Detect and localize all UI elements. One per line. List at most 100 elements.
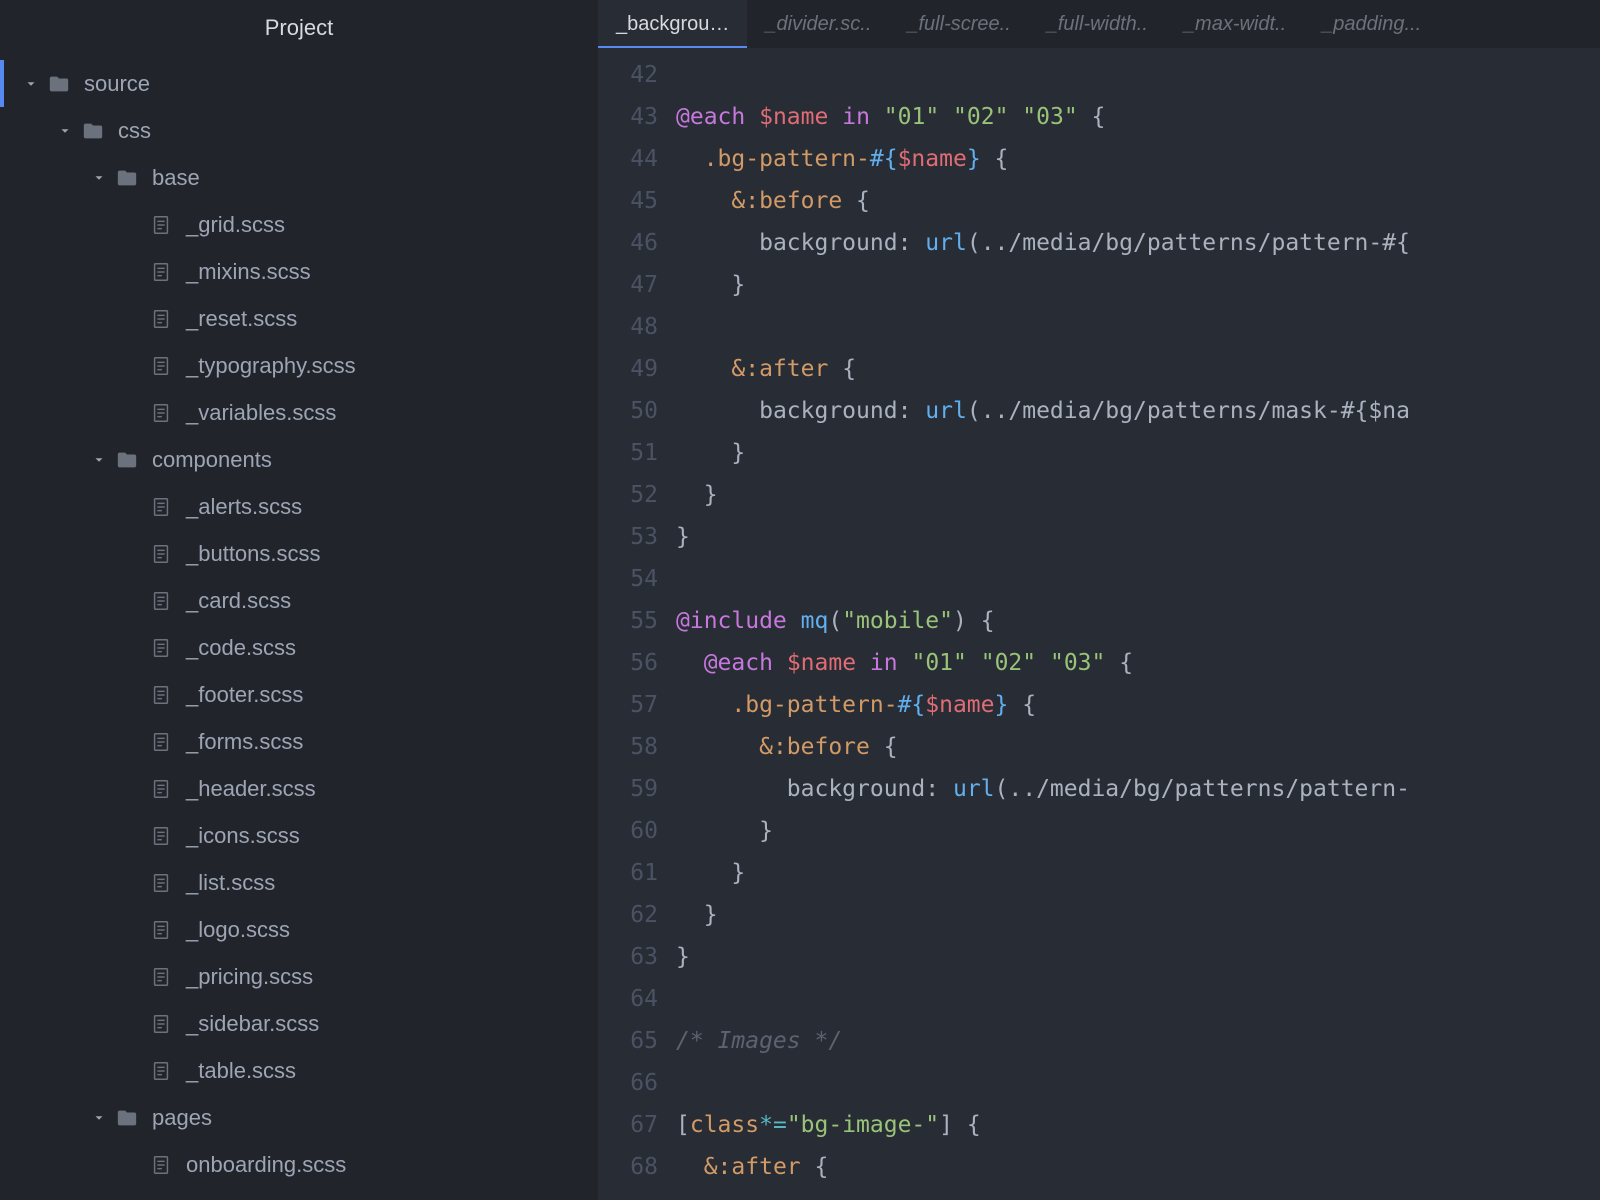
file-tree: source cssbase _grid.scss _mixins.scss _rese… [0, 56, 598, 1188]
tree-file-onboarding-scss[interactable]: onboarding.scss [0, 1141, 598, 1188]
sidebar-title: Project [0, 0, 598, 56]
tree-file--reset-scss[interactable]: _reset.scss [0, 295, 598, 342]
file-icon [150, 543, 172, 565]
code-line[interactable]: @include mq("mobile") { [676, 600, 1600, 642]
code-line[interactable]: } [676, 810, 1600, 852]
tree-file--header-scss[interactable]: _header.scss [0, 765, 598, 812]
tree-file--typography-scss[interactable]: _typography.scss [0, 342, 598, 389]
code-line[interactable] [676, 54, 1600, 96]
tree-folder-css[interactable]: css [0, 107, 598, 154]
tree-item-label: _mixins.scss [186, 259, 311, 285]
tree-file--forms-scss[interactable]: _forms.scss [0, 718, 598, 765]
chevron-down-icon[interactable] [90, 169, 108, 187]
editor-tab[interactable]: _padding... [1304, 0, 1439, 48]
line-number: 53 [598, 516, 658, 558]
tree-item-label: _grid.scss [186, 212, 285, 238]
code-line[interactable]: } [676, 432, 1600, 474]
code-line[interactable]: } [676, 516, 1600, 558]
editor-tab[interactable]: _divider.sc.. [747, 0, 889, 48]
code-line[interactable]: } [676, 264, 1600, 306]
tab-bar: _backgrou…_divider.sc.._full-scree.._ful… [598, 0, 1600, 48]
editor-tab[interactable]: _max-widt.. [1166, 0, 1304, 48]
chevron-down-icon[interactable] [22, 75, 40, 93]
code-line[interactable]: &:before { [676, 726, 1600, 768]
tree-folder-components[interactable]: components [0, 436, 598, 483]
line-number: 42 [598, 54, 658, 96]
tree-item-label: _pricing.scss [186, 964, 313, 990]
editor-tab[interactable]: _full-width.. [1029, 0, 1166, 48]
tree-item-label: _alerts.scss [186, 494, 302, 520]
line-number: 62 [598, 894, 658, 936]
tree-file--card-scss[interactable]: _card.scss [0, 577, 598, 624]
line-number: 59 [598, 768, 658, 810]
code-line[interactable]: background: url(../media/bg/patterns/mas… [676, 390, 1600, 432]
chevron-down-icon[interactable] [56, 122, 74, 140]
tree-file--table-scss[interactable]: _table.scss [0, 1047, 598, 1094]
tree-item-label: _header.scss [186, 776, 316, 802]
code-line[interactable]: background: url(../media/bg/patterns/pat… [676, 222, 1600, 264]
tree-file--list-scss[interactable]: _list.scss [0, 859, 598, 906]
tree-item-label: _variables.scss [186, 400, 336, 426]
tree-item-label: source [84, 71, 150, 97]
tree-item-label: _logo.scss [186, 917, 290, 943]
code-editor[interactable]: 4243444546474849505152535455565758596061… [598, 48, 1600, 1200]
tree-folder-base[interactable]: base [0, 154, 598, 201]
code-line[interactable]: /* Images */ [676, 1020, 1600, 1062]
chevron-down-icon[interactable] [90, 1109, 108, 1127]
code-line[interactable]: } [676, 474, 1600, 516]
code-line[interactable] [676, 1062, 1600, 1104]
code-line[interactable] [676, 306, 1600, 348]
code-line[interactable] [676, 558, 1600, 600]
line-number: 60 [598, 810, 658, 852]
tree-item-label: _footer.scss [186, 682, 303, 708]
tree-file--buttons-scss[interactable]: _buttons.scss [0, 530, 598, 577]
code-line[interactable]: &:after { [676, 348, 1600, 390]
code-line[interactable]: .bg-pattern-#{$name} { [676, 138, 1600, 180]
chevron-down-icon[interactable] [90, 451, 108, 469]
tree-file--icons-scss[interactable]: _icons.scss [0, 812, 598, 859]
file-icon [150, 778, 172, 800]
code-line[interactable]: } [676, 936, 1600, 978]
tree-item-label: _forms.scss [186, 729, 303, 755]
tree-file--pricing-scss[interactable]: _pricing.scss [0, 953, 598, 1000]
tree-file--alerts-scss[interactable]: _alerts.scss [0, 483, 598, 530]
code-line[interactable]: &:before { [676, 180, 1600, 222]
tree-file--footer-scss[interactable]: _footer.scss [0, 671, 598, 718]
tree-item-label: components [152, 447, 272, 473]
tree-file--variables-scss[interactable]: _variables.scss [0, 389, 598, 436]
code-line[interactable] [676, 978, 1600, 1020]
tree-file--sidebar-scss[interactable]: _sidebar.scss [0, 1000, 598, 1047]
code-line[interactable]: [class*="bg-image-"] { [676, 1104, 1600, 1146]
editor-tab[interactable]: _backgrou… [598, 0, 747, 48]
file-icon [150, 1060, 172, 1082]
tree-file--logo-scss[interactable]: _logo.scss [0, 906, 598, 953]
folder-icon [116, 167, 138, 189]
line-number: 48 [598, 306, 658, 348]
tree-item-label: _buttons.scss [186, 541, 321, 567]
code-line[interactable]: background: url(../media/bg/patterns/pat… [676, 768, 1600, 810]
code-line[interactable]: } [676, 894, 1600, 936]
code-area[interactable]: @each $name in "01" "02" "03" { .bg-patt… [676, 48, 1600, 1200]
editor-tab[interactable]: _full-scree.. [889, 0, 1028, 48]
tree-file--code-scss[interactable]: _code.scss [0, 624, 598, 671]
line-number: 49 [598, 348, 658, 390]
tree-item-label: base [152, 165, 200, 191]
code-line[interactable]: } [676, 852, 1600, 894]
tree-item-label: _icons.scss [186, 823, 300, 849]
folder-icon [116, 449, 138, 471]
tree-file--mixins-scss[interactable]: _mixins.scss [0, 248, 598, 295]
file-icon [150, 684, 172, 706]
line-number: 47 [598, 264, 658, 306]
code-line[interactable]: @each $name in "01" "02" "03" { [676, 96, 1600, 138]
tree-item-label: pages [152, 1105, 212, 1131]
tree-folder-source[interactable]: source [0, 60, 598, 107]
line-number: 46 [598, 222, 658, 264]
code-line[interactable]: .bg-pattern-#{$name} { [676, 684, 1600, 726]
tree-file--grid-scss[interactable]: _grid.scss [0, 201, 598, 248]
file-icon [150, 919, 172, 941]
code-line[interactable]: @each $name in "01" "02" "03" { [676, 642, 1600, 684]
code-line[interactable]: &:after { [676, 1146, 1600, 1188]
tree-folder-pages[interactable]: pages [0, 1094, 598, 1141]
tree-item-label: css [118, 118, 151, 144]
file-icon [150, 590, 172, 612]
